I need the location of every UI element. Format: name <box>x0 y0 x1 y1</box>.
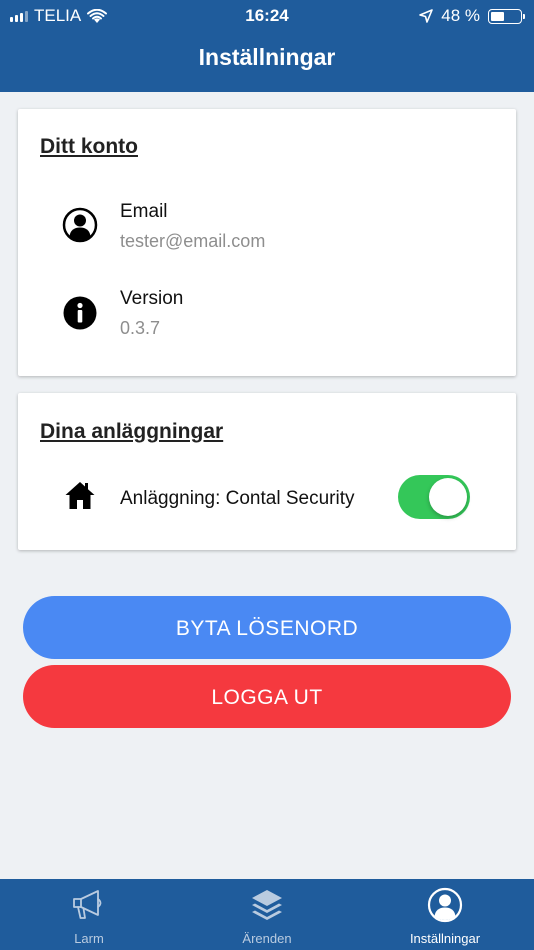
account-card-title: Ditt konto <box>40 135 138 158</box>
version-label: Version <box>120 288 184 309</box>
account-card: Ditt konto Email tester@email.com Versio… <box>18 109 516 376</box>
status-bar: TELIA 16:24 48 % <box>0 0 534 32</box>
user-icon <box>427 887 463 923</box>
tab-arenden[interactable]: Ärenden <box>178 879 356 950</box>
facilities-card-title: Dina anläggningar <box>40 420 224 443</box>
megaphone-icon <box>73 890 102 919</box>
change-password-button[interactable]: BYTA LÖSENORD <box>23 596 511 659</box>
tab-bar: Larm Ärenden Inställningar <box>0 879 534 950</box>
logout-button[interactable]: LOGGA UT <box>23 665 511 728</box>
battery-percent: 48 % <box>441 6 480 25</box>
tab-label: Larm <box>74 931 104 946</box>
info-icon <box>63 296 97 330</box>
email-value: tester@email.com <box>120 231 266 251</box>
version-value: 0.3.7 <box>120 318 161 338</box>
facilities-card: Dina anläggningar Anläggning: Contal Sec… <box>18 393 516 550</box>
user-icon <box>62 207 98 243</box>
tab-installningar[interactable]: Inställningar <box>356 879 534 950</box>
home-icon <box>65 482 95 509</box>
facility-toggle[interactable] <box>398 475 470 519</box>
page-title: Inställningar <box>198 44 336 70</box>
toggle-knob <box>429 478 467 516</box>
battery-icon <box>488 8 525 24</box>
layers-icon <box>252 890 282 920</box>
email-label: Email <box>120 201 168 222</box>
facility-label: Anläggning: Contal Security <box>120 488 355 509</box>
tab-label: Inställningar <box>409 931 481 946</box>
tab-larm[interactable]: Larm <box>0 879 178 950</box>
location-arrow-icon <box>419 9 434 23</box>
header-bar: TELIA 16:24 48 % Inställningar <box>0 0 534 92</box>
tab-label: Ärenden <box>242 931 292 946</box>
